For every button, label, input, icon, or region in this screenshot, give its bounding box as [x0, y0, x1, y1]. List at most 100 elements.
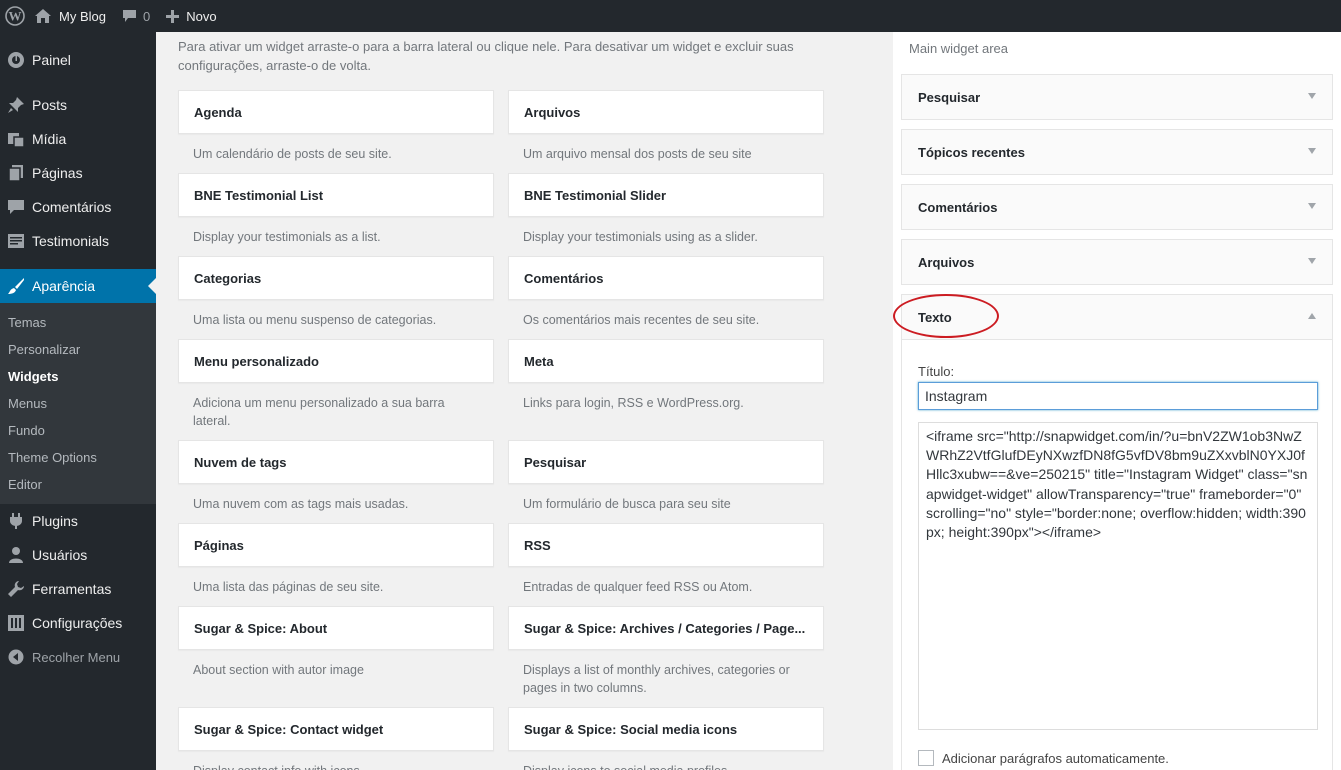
media-icon	[6, 129, 26, 149]
available-widget[interactable]: Menu personalizado	[178, 339, 494, 383]
widget-description: Uma lista ou menu suspenso de categorias…	[193, 313, 437, 327]
widget-description: Display icons to social media profiles	[523, 762, 823, 770]
text-widget-form: Título: <iframe src="http://snapwidget.c…	[901, 340, 1333, 770]
menu-item-posts[interactable]: Posts	[0, 88, 156, 122]
available-widget[interactable]: Pesquisar	[508, 440, 824, 484]
available-widget[interactable]: Sugar & Spice: About	[178, 606, 494, 650]
widget-description: Uma nuvem com as tags mais usadas.	[193, 497, 409, 511]
autop-label: Adicionar parágrafos automaticamente.	[942, 750, 1169, 766]
menu-item-comentarios[interactable]: Comentários	[0, 190, 156, 224]
widget-description: Display your testimonials using as a sli…	[523, 230, 758, 244]
new-content-link[interactable]: Novo	[158, 0, 224, 32]
dashboard-icon	[6, 50, 26, 70]
menu-label: Testimonials	[32, 233, 110, 249]
admin-menu: Painel Posts Mídia Páginas Comentários T…	[0, 32, 156, 770]
sidebar-widget-topicos-recentes[interactable]: Tópicos recentes	[901, 129, 1333, 175]
wordpress-logo-icon[interactable]: W	[0, 0, 26, 32]
site-name: My Blog	[59, 8, 106, 24]
available-widget[interactable]: BNE Testimonial Slider	[508, 173, 824, 217]
menu-label: Comentários	[32, 199, 112, 215]
widget-description: Display contact info with icons	[193, 762, 493, 770]
menu-item-ferramentas[interactable]: Ferramentas	[0, 572, 156, 606]
available-widget[interactable]: Meta	[508, 339, 824, 383]
submenu-item-temas[interactable]: Temas	[0, 309, 156, 336]
submenu-item-menus[interactable]: Menus	[0, 390, 156, 417]
submenu-item-fundo[interactable]: Fundo	[0, 417, 156, 444]
sidebar-widget-comentarios[interactable]: Comentários	[901, 184, 1333, 230]
menu-item-configuracoes[interactable]: Configurações	[0, 606, 156, 640]
comment-icon	[6, 197, 26, 217]
available-widgets: Para ativar um widget arraste-o para a b…	[156, 32, 893, 770]
menu-label: Configurações	[32, 615, 123, 631]
available-widget[interactable]: Páginas	[178, 523, 494, 567]
site-name-link[interactable]: My Blog	[26, 0, 114, 32]
sidebar-widget-title: Comentários	[918, 199, 998, 215]
available-widget[interactable]: BNE Testimonial List	[178, 173, 494, 217]
available-widget[interactable]: Arquivos	[508, 90, 824, 134]
home-icon	[34, 8, 52, 24]
testimonials-icon	[6, 231, 26, 251]
svg-text:W: W	[9, 9, 22, 24]
widget-description: Display your testimonials as a list.	[193, 230, 381, 244]
available-widget[interactable]: RSS	[508, 523, 824, 567]
wrench-icon	[6, 579, 26, 599]
collapse-menu-button[interactable]: Recolher Menu	[0, 640, 156, 674]
available-widget[interactable]: Nuvem de tags	[178, 440, 494, 484]
menu-label: Painel	[32, 52, 71, 68]
menu-label: Plugins	[32, 513, 78, 529]
arrow-down-icon[interactable]	[1308, 93, 1316, 99]
menu-item-plugins[interactable]: Plugins	[0, 504, 156, 538]
submenu-item-theme-options[interactable]: Theme Options	[0, 444, 156, 471]
autop-option: Adicionar parágrafos automaticamente.	[918, 750, 1169, 766]
arrow-up-icon[interactable]	[1308, 313, 1316, 319]
available-widget[interactable]: Agenda	[178, 90, 494, 134]
main-widget-area: Main widget area Pesquisar Tópicos recen…	[893, 32, 1341, 770]
widget-area-title[interactable]: Main widget area	[909, 41, 1008, 56]
widget-description: Os comentários mais recentes de seu site…	[523, 313, 760, 327]
arrow-down-icon[interactable]	[1308, 148, 1316, 154]
comment-icon	[122, 9, 137, 23]
submenu-item-personalizar[interactable]: Personalizar	[0, 336, 156, 363]
title-field[interactable]	[918, 382, 1318, 410]
arrow-down-icon[interactable]	[1308, 203, 1316, 209]
comments-link[interactable]: 0	[114, 0, 158, 32]
collapse-label: Recolher Menu	[32, 649, 121, 665]
users-icon	[6, 545, 26, 565]
autop-checkbox[interactable]	[918, 750, 934, 766]
arrow-down-icon[interactable]	[1308, 258, 1316, 264]
available-widget[interactable]: Categorias	[178, 256, 494, 300]
menu-label: Mídia	[32, 131, 67, 147]
available-widget[interactable]: Sugar & Spice: Social media icons	[508, 707, 824, 751]
widget-description: Um formulário de busca para seu site	[523, 497, 731, 511]
sidebar-widget-title: Texto	[918, 309, 952, 325]
sidebar-widget-texto[interactable]: Texto	[901, 294, 1333, 340]
available-widget[interactable]: Sugar & Spice: Contact widget	[178, 707, 494, 751]
appearance-submenu: Temas Personalizar Widgets Menus Fundo T…	[0, 303, 156, 504]
text-content-field[interactable]: <iframe src="http://snapwidget.com/in/?u…	[918, 422, 1318, 730]
admin-bar: W My Blog 0 Novo	[0, 0, 1341, 32]
menu-item-painel[interactable]: Painel	[0, 43, 156, 77]
menu-item-testimonials[interactable]: Testimonials	[0, 224, 156, 258]
menu-item-usuarios[interactable]: Usuários	[0, 538, 156, 572]
menu-label: Posts	[32, 97, 68, 113]
submenu-item-widgets[interactable]: Widgets	[0, 363, 156, 390]
available-widget[interactable]: Sugar & Spice: Archives / Categories / P…	[508, 606, 824, 650]
comments-count: 0	[142, 8, 151, 24]
title-field-label: Título:	[918, 364, 955, 379]
menu-label: Aparência	[32, 278, 96, 294]
widget-description: Um arquivo mensal dos posts de seu site	[523, 147, 752, 161]
menu-item-midia[interactable]: Mídia	[0, 122, 156, 156]
menu-item-paginas[interactable]: Páginas	[0, 156, 156, 190]
widget-description: Displays a list of monthly archives, cat…	[523, 663, 790, 695]
submenu-item-editor[interactable]: Editor	[0, 471, 156, 498]
widget-description: Adiciona um menu personalizado a sua bar…	[193, 396, 445, 428]
collapse-arrow-icon	[6, 647, 26, 667]
sidebar-widget-title: Pesquisar	[918, 89, 981, 105]
widget-description: Um calendário de posts de seu site.	[193, 147, 392, 161]
menu-item-aparencia[interactable]: Aparência	[0, 269, 156, 303]
available-widget[interactable]: Comentários	[508, 256, 824, 300]
widgets-intro-text: Para ativar um widget arraste-o para a b…	[178, 39, 794, 73]
widget-description: About section with autor image	[193, 663, 364, 677]
sidebar-widget-arquivos[interactable]: Arquivos	[901, 239, 1333, 285]
sidebar-widget-pesquisar[interactable]: Pesquisar	[901, 74, 1333, 120]
